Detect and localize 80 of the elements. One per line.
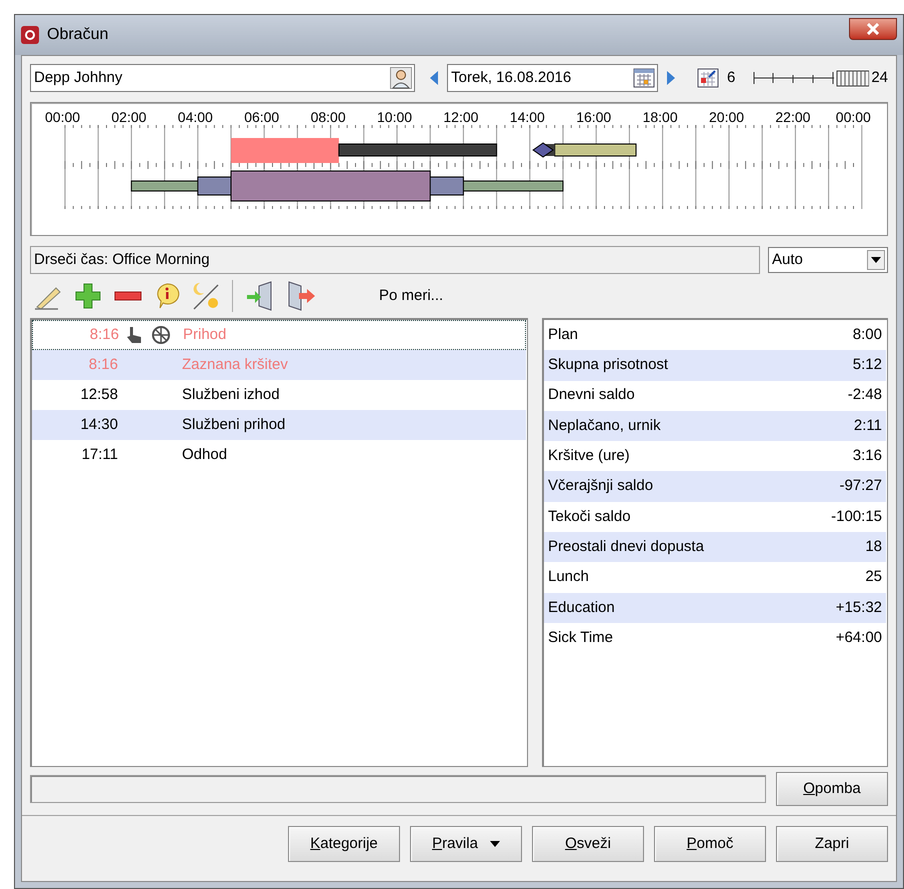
summary-value: 8:00: [852, 324, 882, 345]
dialog-button[interactable]: Kategorije: [288, 826, 400, 862]
employee-name: Depp Johhny: [34, 68, 124, 88]
employee-field[interactable]: Depp Johhny: [30, 64, 416, 92]
dialog-button[interactable]: Pomoč: [654, 826, 766, 862]
summary-label: Preostali dnevi dopusta: [548, 536, 705, 557]
event-label: Zaznana kršitev: [182, 354, 288, 375]
moon-sun-icon[interactable]: [192, 281, 220, 311]
app-icon: [21, 26, 39, 44]
summary-label: Dnevni saldo: [548, 385, 636, 406]
summary-value: 2:11: [854, 416, 882, 436]
exit-door-icon[interactable]: [287, 280, 317, 312]
hour-label: 14:00: [510, 108, 545, 127]
zoom-slider-icon[interactable]: [753, 68, 870, 88]
note-button[interactable]: Opomba: [776, 772, 888, 806]
blocked-icon: [151, 325, 171, 345]
hour-label: 22:00: [775, 108, 810, 127]
summary-label: Sick Time: [548, 628, 614, 648]
event-time: 12:58: [79, 384, 118, 405]
event-label: Prihod: [183, 324, 226, 345]
event-label: Službeni izhod: [182, 384, 280, 405]
range-start: 6: [727, 68, 736, 88]
range-end: 24: [871, 68, 888, 88]
summary-label: Education: [548, 598, 616, 618]
hour-label: 16:00: [576, 108, 612, 127]
hour-label: 20:00: [709, 108, 744, 127]
calendar-icon[interactable]: [632, 68, 655, 88]
summary-label: Kršitve (ure): [548, 446, 631, 466]
event-label: Službeni prihod: [182, 414, 286, 435]
summary-label: Neplačano, urnik: [548, 416, 662, 436]
summary-value: 25: [865, 567, 882, 588]
date-value: Torek, 16.08.2016: [451, 68, 572, 88]
hour-label: 18:00: [642, 108, 678, 127]
summary-value: 18: [865, 536, 882, 557]
plus-icon[interactable]: [74, 282, 102, 310]
schedule-field: Drseči čas: Office Morning: [30, 246, 760, 274]
person-icon[interactable]: [390, 67, 412, 89]
date-field[interactable]: Torek, 16.08.2016: [447, 64, 658, 92]
summary-label: Tekoči saldo: [548, 506, 632, 527]
event-label: Odhod: [182, 444, 228, 465]
hour-label: 10:00: [377, 108, 412, 127]
summary-value: +64:00: [836, 628, 882, 648]
hour-label: 00:00: [45, 108, 80, 127]
summary-value: -2:48: [848, 385, 882, 406]
summary-value: -97:27: [839, 476, 882, 496]
window-title: Obračun: [47, 25, 108, 45]
calendar-range-icon[interactable]: [697, 68, 720, 88]
next-day-icon[interactable]: [666, 70, 676, 86]
summary-label: Skupna prisotnost: [548, 355, 670, 376]
event-time: 8:16: [88, 324, 119, 345]
summary-value: -100:15: [831, 506, 882, 527]
dropdown-button[interactable]: Pravila: [410, 826, 522, 862]
event-row[interactable]: 14:30 Službeni prihod: [32, 410, 526, 440]
hour-label: 04:00: [178, 108, 213, 127]
hour-label: 08:00: [310, 108, 346, 127]
summary-value: +15:32: [836, 598, 882, 618]
close-icon: [867, 23, 879, 35]
note-field[interactable]: [30, 775, 766, 803]
dialog-button[interactable]: Zapri: [776, 826, 888, 862]
summary-label: Včerajšnji saldo: [548, 476, 654, 496]
info-icon[interactable]: [154, 282, 180, 310]
event-time: 17:11: [80, 444, 118, 465]
summary-value: 5:12: [852, 355, 882, 376]
event-time: 14:30: [79, 414, 118, 435]
event-time: 8:16: [88, 354, 118, 375]
summary-label: Plan: [548, 324, 580, 345]
close-button[interactable]: [849, 18, 897, 40]
caret-icon: [871, 257, 881, 263]
previous-day-icon[interactable]: [429, 70, 440, 86]
hour-label: 02:00: [111, 108, 146, 127]
hour-label: 06:00: [244, 108, 280, 127]
summary-label: Lunch: [548, 567, 590, 588]
summary-value: 3:16: [852, 446, 882, 466]
hour-label: 00:00: [836, 108, 871, 127]
caret-icon: [490, 841, 500, 847]
custom-button[interactable]: Po meri...: [379, 284, 444, 308]
minus-icon[interactable]: [114, 291, 142, 301]
dialog-button[interactable]: Osveži: [532, 826, 644, 862]
mode-dropdown[interactable]: Auto: [768, 247, 888, 273]
hour-label: 12:00: [443, 108, 478, 127]
